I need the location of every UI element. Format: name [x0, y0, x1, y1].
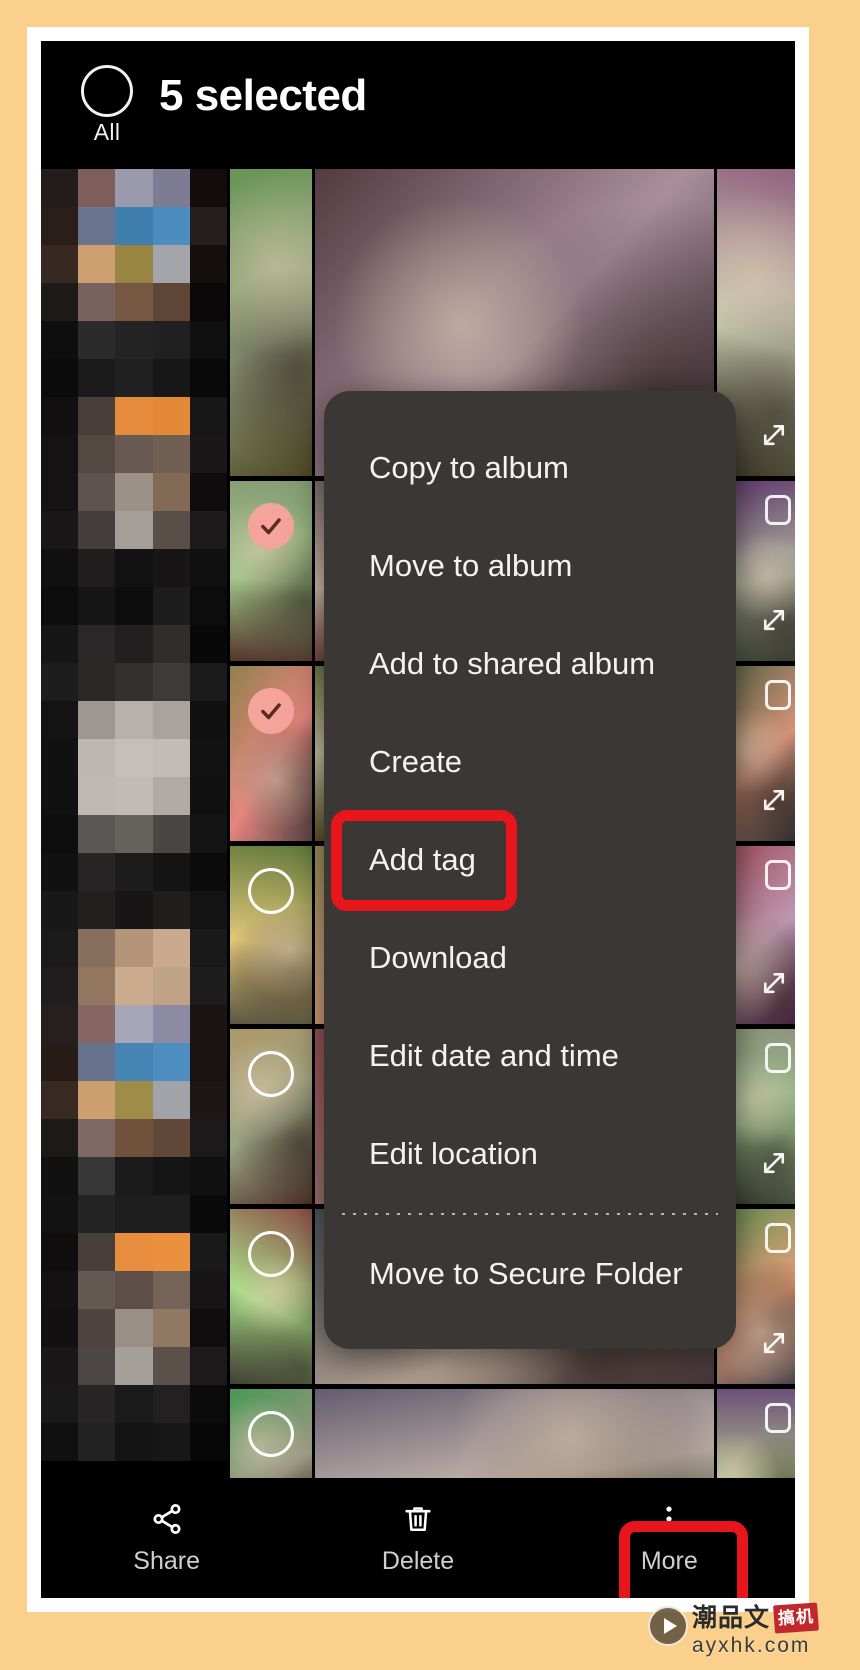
menu-item-copy-to-album[interactable]: Copy to album	[324, 419, 736, 517]
more-dots-icon	[652, 1500, 686, 1538]
rounded-corner-icon	[765, 680, 791, 710]
photo-thumbnail[interactable]	[230, 169, 312, 481]
page-title: 5 selected	[159, 71, 367, 120]
expand-icon[interactable]	[759, 420, 789, 450]
watermark-url: ayxhk.com	[692, 1634, 811, 1657]
expand-icon[interactable]	[759, 605, 789, 635]
expand-icon[interactable]	[759, 1148, 789, 1178]
watermark-stamp: 搞机	[773, 1602, 819, 1634]
select-all-label: All	[93, 119, 121, 145]
menu-item-move-to-secure-folder[interactable]: Move to Secure Folder	[324, 1225, 736, 1323]
menu-divider	[342, 1213, 718, 1215]
share-label: Share	[133, 1547, 201, 1575]
rounded-corner-icon	[765, 860, 791, 890]
rounded-corner-icon	[765, 495, 791, 525]
menu-item-move-to-album[interactable]: Move to album	[324, 517, 736, 615]
watermark: 潮品文 搞机 ayxhk.com	[648, 1602, 860, 1664]
bottom-action-bar: Share Delete More	[41, 1478, 795, 1598]
photo-thumbnail[interactable]	[717, 1389, 795, 1478]
rounded-corner-icon	[765, 1403, 791, 1433]
photo-thumbnail[interactable]	[315, 1389, 714, 1478]
unselected-circle-icon[interactable]	[248, 868, 294, 914]
trash-icon	[401, 1500, 435, 1538]
expand-icon[interactable]	[759, 968, 789, 998]
photo-thumbnail[interactable]	[230, 1209, 312, 1389]
mosaic-column	[41, 169, 227, 1478]
photo-thumbnail[interactable]	[230, 846, 312, 1029]
watermark-cn-text: 潮品文	[692, 1604, 771, 1632]
menu-item-edit-location[interactable]: Edit location	[324, 1105, 736, 1203]
selected-check-icon[interactable]	[248, 503, 294, 549]
more-label: More	[640, 1547, 698, 1575]
unselected-circle-icon[interactable]	[248, 1051, 294, 1097]
photo-thumbnail[interactable]	[230, 666, 312, 846]
rounded-corner-icon	[765, 1223, 791, 1253]
expand-icon[interactable]	[759, 785, 789, 815]
selected-check-icon[interactable]	[248, 688, 294, 734]
menu-item-add-tag[interactable]: Add tag	[324, 811, 736, 909]
unselected-circle-icon[interactable]	[248, 1231, 294, 1277]
screenshot-frame: All 5 selected Copy to album Move to albu…	[27, 27, 809, 1612]
unselected-circle-icon[interactable]	[248, 1411, 294, 1457]
menu-item-edit-date-and-time[interactable]: Edit date and time	[324, 1007, 736, 1105]
menu-item-download[interactable]: Download	[324, 909, 736, 1007]
menu-item-create[interactable]: Create	[324, 713, 736, 811]
thumbnail-column-left	[230, 169, 312, 1478]
photo-thumbnail[interactable]	[230, 1389, 312, 1478]
menu-item-add-to-shared-album[interactable]: Add to shared album	[324, 615, 736, 713]
play-icon	[648, 1606, 688, 1646]
share-icon	[150, 1500, 184, 1538]
phone-screen: All 5 selected Copy to album Move to albu…	[41, 41, 795, 1598]
photo-thumbnail[interactable]	[230, 481, 312, 666]
select-all-circle-icon	[81, 65, 133, 117]
delete-button[interactable]: Delete	[292, 1478, 543, 1598]
selection-app-bar: All 5 selected	[41, 41, 795, 169]
delete-label: Delete	[381, 1547, 455, 1575]
select-all-button[interactable]: All	[74, 65, 140, 146]
more-options-menu: Copy to album Move to album Add to shared …	[324, 391, 736, 1349]
photo-thumbnail[interactable]	[230, 1029, 312, 1209]
expand-icon[interactable]	[759, 1328, 789, 1358]
rounded-corner-icon	[765, 1043, 791, 1073]
more-button[interactable]: More	[544, 1478, 795, 1598]
share-button[interactable]: Share	[41, 1478, 292, 1598]
